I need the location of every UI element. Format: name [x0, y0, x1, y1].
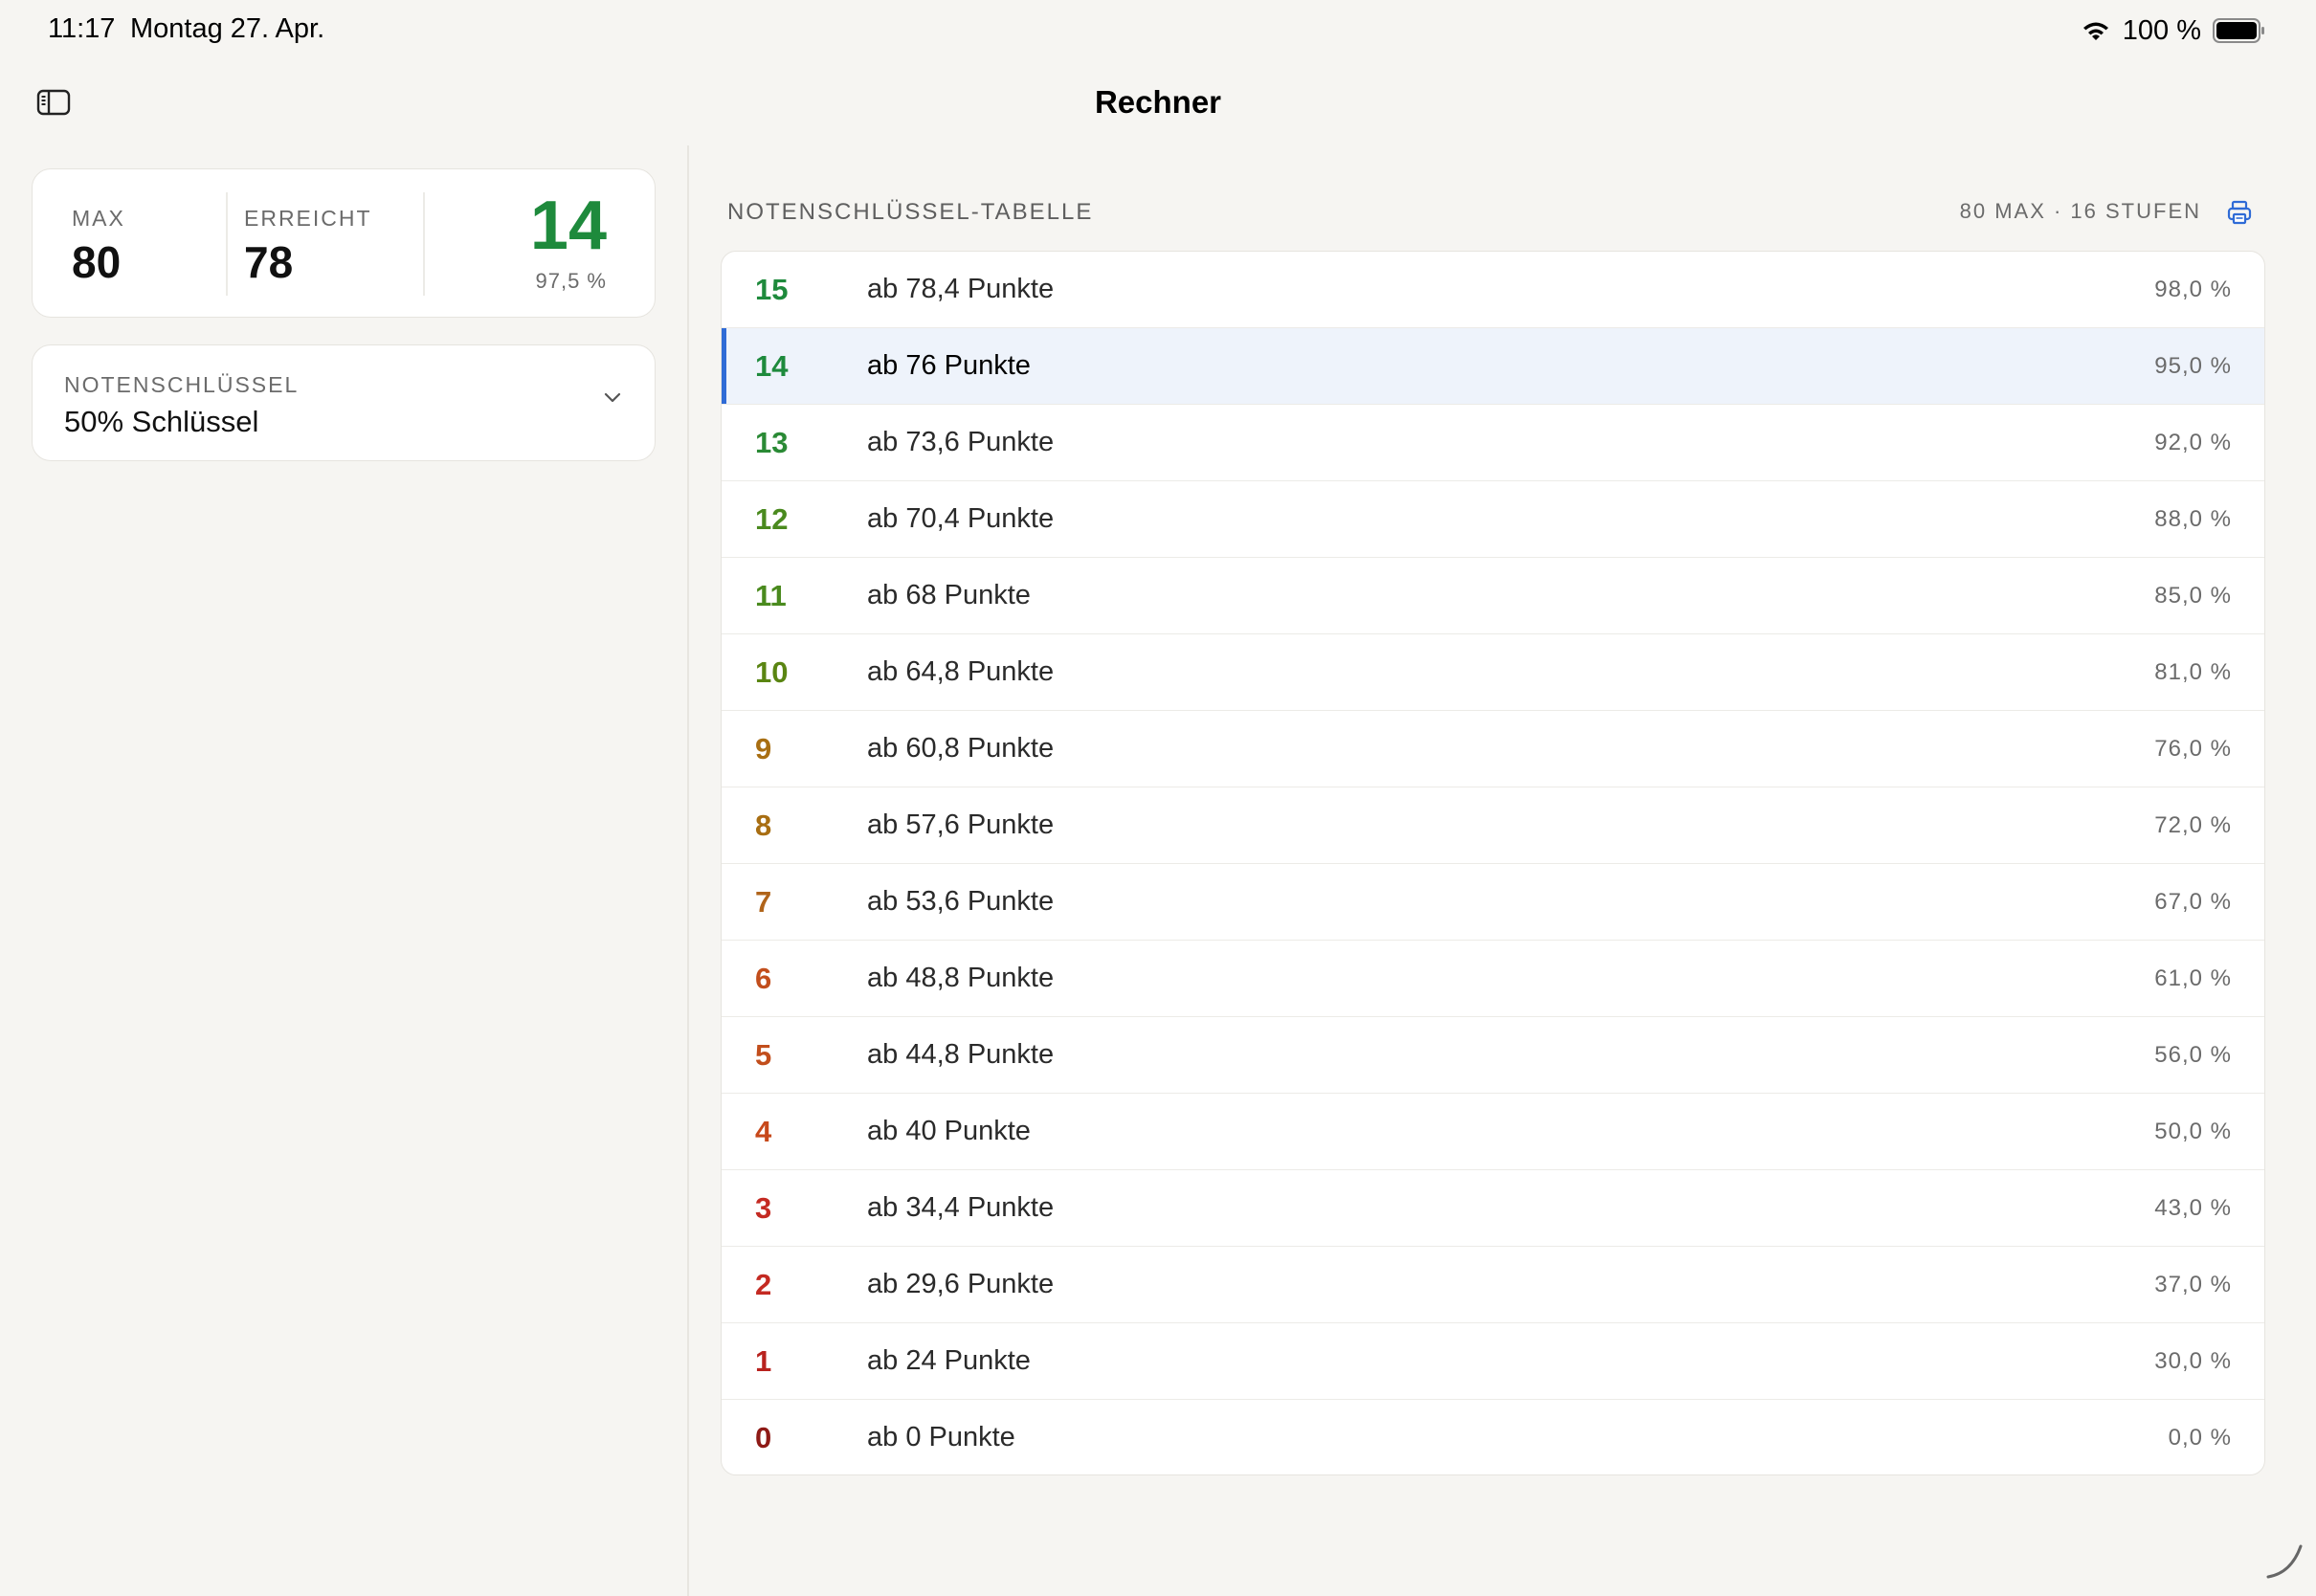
row-percent: 30,0 %	[2154, 1348, 2232, 1374]
row-threshold: ab 78,4 Punkte	[867, 274, 1055, 304]
row-threshold: ab 34,4 Punkte	[867, 1192, 1055, 1223]
grading-key-picker[interactable]: NOTENSCHLÜSSEL 50% Schlüssel	[32, 344, 656, 461]
row-percent: 98,0 %	[2154, 277, 2232, 302]
table-row[interactable]: 0 ab 0 Punkte 0,0 %	[722, 1400, 2264, 1474]
table-row[interactable]: 8 ab 57,6 Punkte 72,0 %	[722, 787, 2264, 864]
achieved-label: ERREICHT	[244, 206, 372, 231]
row-grade: 1	[755, 1344, 772, 1378]
max-value[interactable]: 80	[72, 236, 121, 288]
page-title: Rechner	[1094, 84, 1222, 120]
row-percent: 37,0 %	[2154, 1272, 2232, 1297]
grade-table: 15 ab 78,4 Punkte 98,0 % 14 ab 76 Punkte 95,0…	[721, 251, 2265, 1475]
row-threshold: ab 57,6 Punkte	[867, 809, 1055, 840]
table-row[interactable]: 3 ab 34,4 Punkte 43,0 %	[722, 1170, 2264, 1247]
row-threshold: ab 29,6 Punkte	[867, 1269, 1055, 1299]
chevron-down-icon	[604, 392, 621, 403]
table-row[interactable]: 15 ab 78,4 Punkte 98,0 %	[722, 252, 2264, 328]
row-threshold: ab 73,6 Punkte	[867, 427, 1055, 457]
table-row[interactable]: 12 ab 70,4 Punkte 88,0 %	[722, 481, 2264, 558]
row-grade: 12	[755, 502, 789, 536]
row-percent: 85,0 %	[2154, 583, 2232, 609]
row-percent: 92,0 %	[2154, 430, 2232, 455]
row-threshold: ab 48,8 Punkte	[867, 963, 1055, 993]
row-percent: 76,0 %	[2154, 736, 2232, 762]
table-row[interactable]: 2 ab 29,6 Punkte 37,0 %	[722, 1247, 2264, 1323]
row-percent: 56,0 %	[2154, 1042, 2232, 1068]
row-percent: 67,0 %	[2154, 889, 2232, 915]
row-threshold: ab 24 Punkte	[867, 1345, 1031, 1376]
sidebar-divider	[687, 145, 689, 1596]
row-threshold: ab 44,8 Punkte	[867, 1039, 1055, 1070]
table-row[interactable]: 6 ab 48,8 Punkte 61,0 %	[722, 941, 2264, 1017]
row-threshold: ab 70,4 Punkte	[867, 503, 1055, 534]
row-grade: 13	[755, 426, 789, 459]
row-grade: 7	[755, 885, 772, 919]
row-threshold: ab 40 Punkte	[867, 1116, 1031, 1146]
row-grade: 9	[755, 732, 772, 765]
row-grade: 14	[755, 349, 789, 383]
row-threshold: ab 0 Punkte	[867, 1422, 1015, 1452]
row-grade: 8	[755, 809, 772, 842]
row-threshold: ab 53,6 Punkte	[867, 886, 1055, 917]
table-meta: 80 MAX · 16 STUFEN	[1959, 199, 2201, 223]
table-row[interactable]: 10 ab 64,8 Punkte 81,0 %	[722, 634, 2264, 711]
row-grade: 4	[755, 1115, 772, 1148]
row-grade: 2	[755, 1268, 772, 1301]
wifi-icon	[2082, 22, 2108, 40]
row-percent: 0,0 %	[2168, 1425, 2232, 1451]
score-divider	[226, 192, 228, 296]
grade-percent: 97,5 %	[535, 269, 607, 293]
battery-percent: 100 %	[2122, 14, 2201, 46]
resize-handle[interactable]	[2262, 1539, 2306, 1583]
row-grade: 3	[755, 1191, 772, 1225]
table-row[interactable]: 14 ab 76 Punkte 95,0 %	[722, 328, 2264, 405]
grading-key-value: 50% Schlüssel	[64, 405, 259, 438]
row-grade: 5	[755, 1038, 772, 1072]
table-row[interactable]: 7 ab 53,6 Punkte 67,0 %	[722, 864, 2264, 941]
table-row[interactable]: 9 ab 60,8 Punkte 76,0 %	[722, 711, 2264, 787]
score-card: MAX 80 ERREICHT 78 14 97,5 %	[32, 168, 656, 318]
grading-key-label: NOTENSCHLÜSSEL	[64, 372, 300, 397]
row-grade: 0	[755, 1421, 772, 1454]
table-title: NOTENSCHLÜSSEL-TABELLE	[727, 199, 1094, 225]
status-date: Montag 27. Apr.	[130, 13, 325, 44]
status-time: 11:17	[48, 13, 116, 44]
print-button[interactable]	[2226, 199, 2253, 226]
table-row[interactable]: 13 ab 73,6 Punkte 92,0 %	[722, 405, 2264, 481]
table-row[interactable]: 1 ab 24 Punkte 30,0 %	[722, 1323, 2264, 1400]
row-grade: 10	[755, 655, 789, 689]
row-threshold: ab 60,8 Punkte	[867, 733, 1055, 764]
print-icon	[2227, 200, 2252, 225]
row-threshold: ab 76 Punkte	[867, 350, 1031, 381]
max-label: MAX	[72, 206, 125, 231]
status-bar: 11:17 Montag 27. Apr. 100 %	[0, 0, 2316, 61]
row-grade: 6	[755, 962, 772, 995]
table-row[interactable]: 11 ab 68 Punkte 85,0 %	[722, 558, 2264, 634]
row-percent: 72,0 %	[2154, 812, 2232, 838]
battery-icon	[2213, 18, 2264, 43]
row-grade: 15	[755, 273, 789, 306]
row-percent: 95,0 %	[2154, 353, 2232, 379]
row-threshold: ab 68 Punkte	[867, 580, 1031, 610]
row-threshold: ab 64,8 Punkte	[867, 656, 1055, 687]
achieved-value[interactable]: 78	[244, 236, 293, 288]
table-row[interactable]: 4 ab 40 Punkte 50,0 %	[722, 1094, 2264, 1170]
row-percent: 88,0 %	[2154, 506, 2232, 532]
row-percent: 43,0 %	[2154, 1195, 2232, 1221]
grade-result: 14	[529, 188, 607, 264]
status-indicators: 100 %	[2081, 13, 2266, 48]
row-grade: 11	[755, 579, 787, 612]
score-divider	[423, 192, 425, 296]
row-percent: 50,0 %	[2154, 1119, 2232, 1144]
table-row[interactable]: 5 ab 44,8 Punkte 56,0 %	[722, 1017, 2264, 1094]
row-percent: 61,0 %	[2154, 965, 2232, 991]
row-percent: 81,0 %	[2154, 659, 2232, 685]
